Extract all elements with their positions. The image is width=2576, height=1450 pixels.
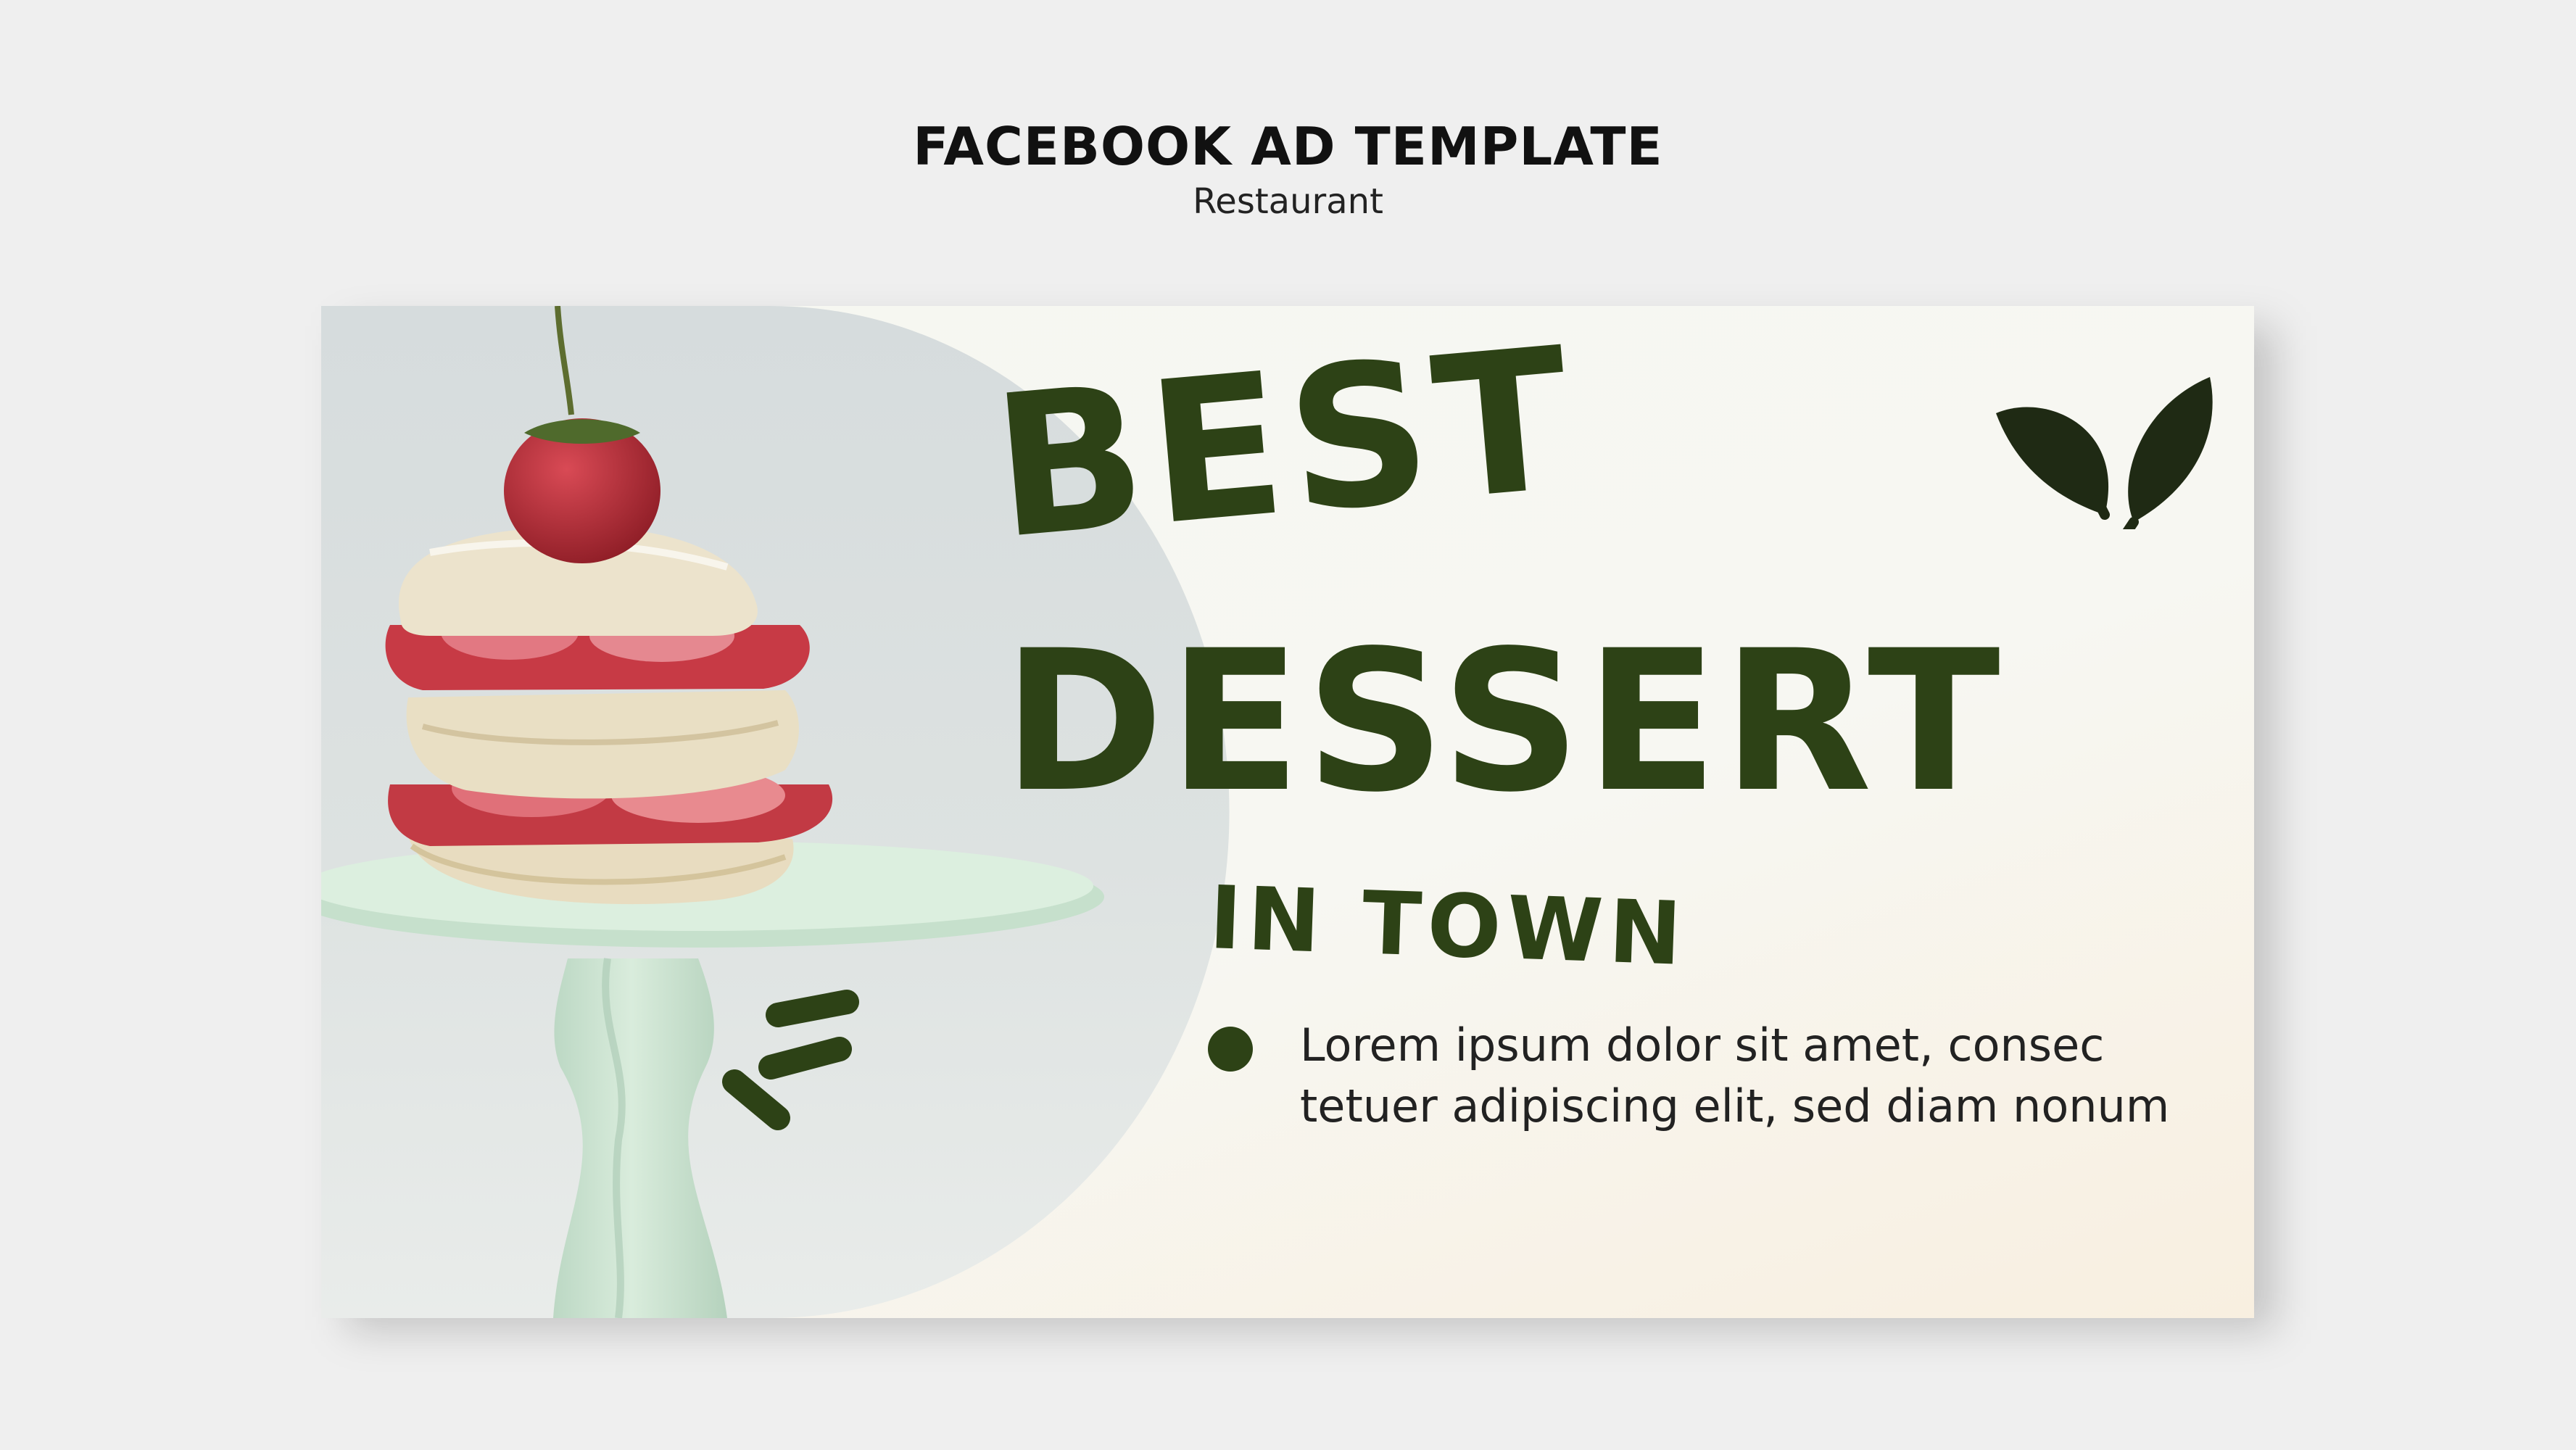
- headline-in-town: IN TOWN: [1207, 868, 1689, 985]
- headline-dessert: DESSERT: [1003, 609, 2005, 835]
- sparkle-dashes-icon: [722, 990, 859, 1130]
- body-text: Lorem ipsum dolor sit amet, consec tetue…: [1300, 1019, 2170, 1132]
- page-title: FACEBOOK AD TEMPLATE: [913, 116, 1663, 177]
- headline-best: BEST: [985, 306, 1584, 583]
- facebook-ad-banner: BEST DESSERT IN TOWN Lorem ipsum dolor s…: [321, 306, 2254, 1318]
- bullet-dot: [1208, 1027, 1253, 1072]
- leaf-icon: [1996, 377, 2213, 529]
- page-subtitle: Restaurant: [1193, 181, 1383, 222]
